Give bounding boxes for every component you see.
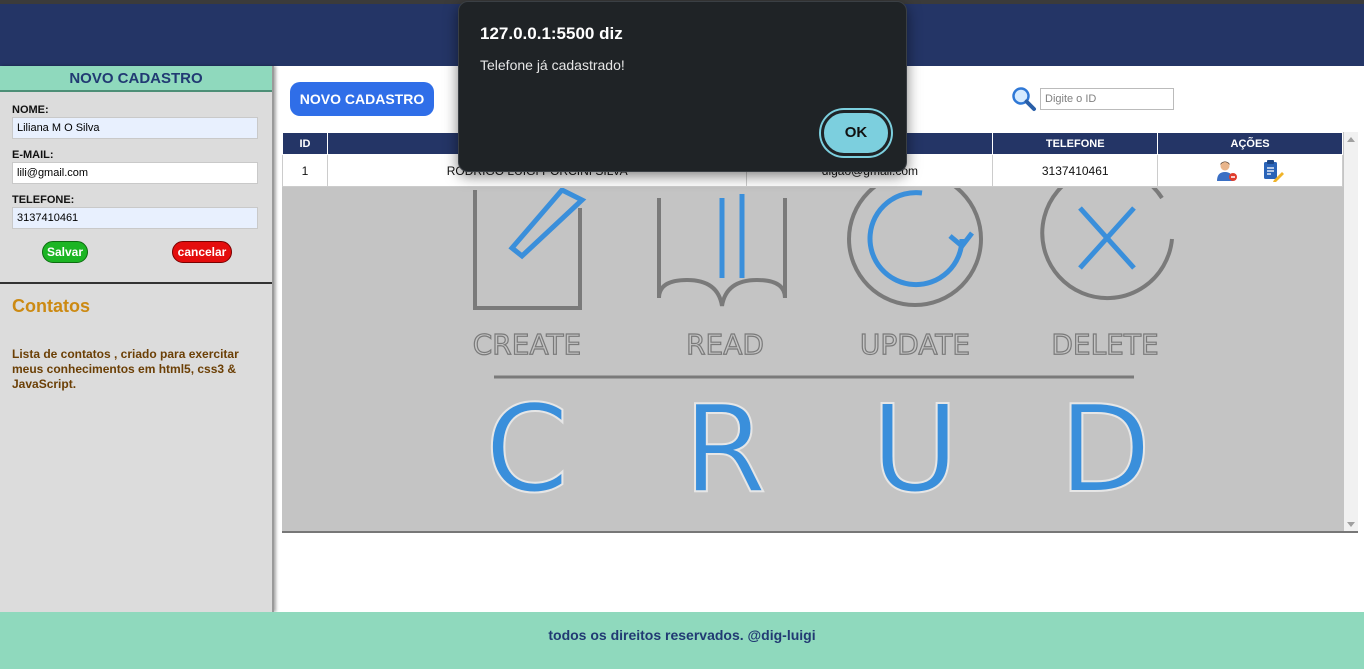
- delete-label: DELETE: [1051, 328, 1158, 361]
- email-field[interactable]: [12, 162, 258, 184]
- table-scrollbar[interactable]: [1344, 132, 1358, 531]
- scroll-down-arrow-icon[interactable]: [1347, 522, 1355, 527]
- crud-letter-d: D: [1059, 381, 1151, 520]
- scroll-up-arrow-icon[interactable]: [1347, 137, 1355, 142]
- edit-record-icon[interactable]: [1261, 159, 1285, 183]
- dialog-ok-button[interactable]: OK: [821, 110, 891, 156]
- dialog-title: 127.0.0.1:5500 diz: [480, 24, 623, 43]
- save-button[interactable]: Salvar: [42, 241, 88, 263]
- read-label: READ: [686, 328, 764, 361]
- crud-letter-r: R: [683, 381, 766, 520]
- crud-letter-c: C: [485, 381, 569, 520]
- contacts-title: Contatos: [12, 296, 90, 316]
- update-label: UPDATE: [860, 328, 970, 361]
- alert-dialog: 127.0.0.1:5500 diz Telefone já cadastrad…: [458, 1, 907, 172]
- form-buttons: Salvar cancelar: [12, 239, 260, 273]
- crud-banner: CREATE READ UPDATE DELETE C R U D: [282, 188, 1344, 531]
- phone-label: TELEFONE:: [12, 194, 75, 206]
- sidebar-title: NOVO CADASTRO: [0, 66, 272, 92]
- search-id-input[interactable]: [1040, 88, 1174, 110]
- name-label: NOME:: [12, 104, 49, 116]
- new-record-button[interactable]: NOVO CADASTRO: [290, 82, 434, 116]
- cell-id: 1: [282, 154, 328, 187]
- delete-user-icon[interactable]: [1215, 159, 1239, 183]
- create-label: CREATE: [473, 328, 581, 361]
- contacts-description: Lista de contatos , criado para exercita…: [12, 347, 239, 391]
- name-field[interactable]: [12, 117, 258, 139]
- cell-actions: [1157, 154, 1343, 187]
- cell-phone: 3137410461: [992, 154, 1159, 187]
- email-label: E-MAIL:: [12, 149, 54, 161]
- col-actions-header: AÇÕES: [1157, 132, 1343, 155]
- col-id-header: ID: [282, 132, 328, 155]
- register-form: NOME: E-MAIL: TELEFONE: Salvar cancelar: [0, 92, 272, 273]
- page-footer: todos os direitos reservados. @dig-luigi: [0, 612, 1364, 669]
- crud-letter-u: U: [871, 381, 959, 520]
- sidebar: NOVO CADASTRO NOME: E-MAIL: TELEFONE: Sa…: [0, 66, 274, 612]
- phone-field[interactable]: [12, 207, 258, 229]
- col-phone-header: TELEFONE: [992, 132, 1159, 155]
- contacts-table-area: ID TELEFONE AÇÕES 1 RODRIGO LUIGI PORCIN…: [282, 132, 1358, 533]
- search-icon[interactable]: [1011, 86, 1037, 112]
- dialog-message: Telefone já cadastrado!: [480, 57, 625, 73]
- cancel-button[interactable]: cancelar: [172, 241, 232, 263]
